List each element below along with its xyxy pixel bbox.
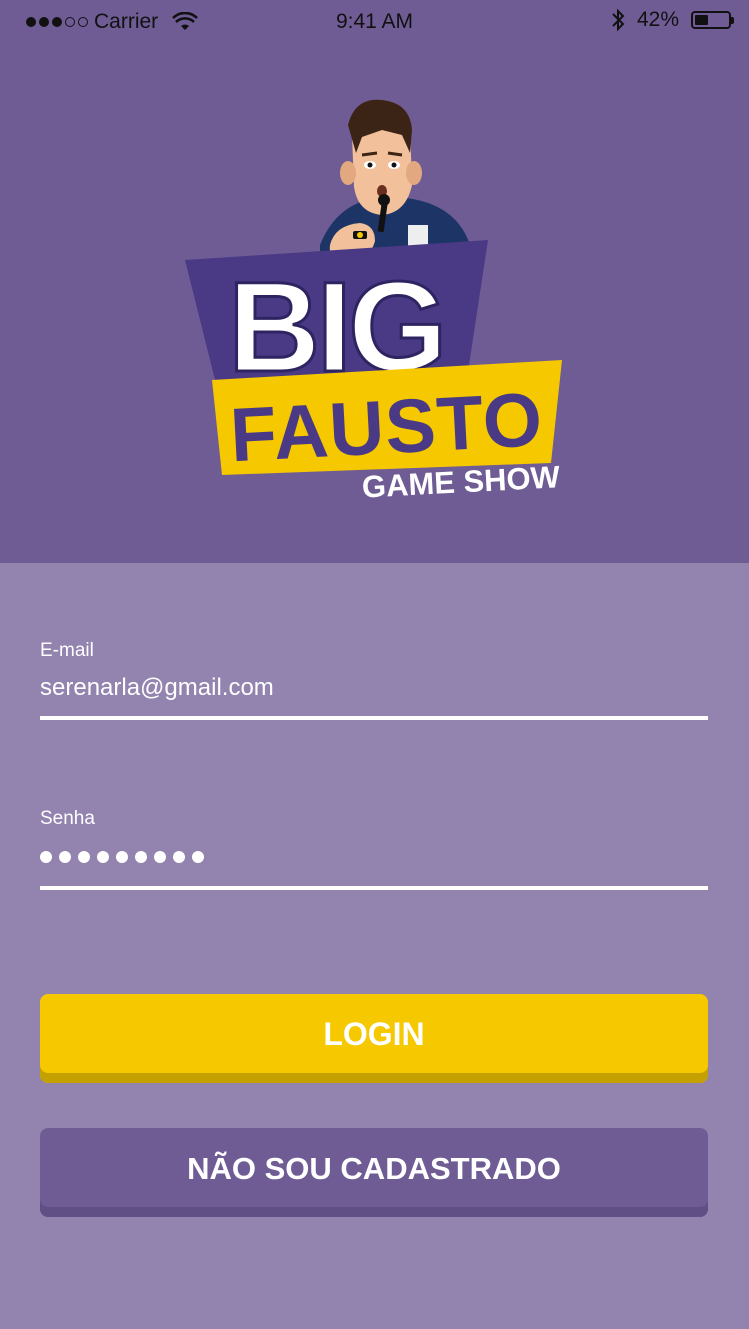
password-mask-dot — [97, 851, 109, 863]
battery-fill — [695, 15, 709, 25]
email-label: E-mail — [40, 640, 94, 661]
password-input[interactable] — [40, 850, 708, 864]
email-underline — [40, 716, 708, 720]
login-form: E-mail serenarla@gmail.com Senha — [40, 640, 708, 890]
password-underline — [40, 886, 708, 890]
big-fausto-logo: BIG FAUSTO GAME SHOW — [185, 99, 562, 505]
login-screen: Carrier 9:41 AM 42% BIG FAUSTO GAME SHOW… — [0, 0, 749, 1329]
email-input[interactable]: serenarla@gmail.com — [40, 674, 708, 702]
password-field[interactable]: Senha — [40, 808, 708, 890]
password-mask-dot — [116, 851, 128, 863]
password-label: Senha — [40, 808, 95, 829]
status-bar-right: 42% — [611, 8, 734, 32]
battery-icon — [691, 11, 734, 29]
password-mask-dot — [173, 851, 185, 863]
header: Carrier 9:41 AM 42% BIG FAUSTO GAME SHOW — [0, 0, 749, 563]
login-button[interactable]: LOGIN — [40, 994, 708, 1083]
password-mask-dot — [40, 851, 52, 863]
password-mask-dot — [59, 851, 71, 863]
status-bar: Carrier 9:41 AM 42% — [0, 0, 749, 44]
bluetooth-icon — [612, 8, 625, 32]
password-mask-dot — [154, 851, 166, 863]
email-field[interactable]: E-mail serenarla@gmail.com — [40, 640, 708, 720]
battery-percent: 42% — [636, 8, 679, 31]
register-button[interactable]: NÃO SOU CADASTRADO — [40, 1128, 708, 1217]
password-mask-dot — [135, 851, 147, 863]
password-mask-dot — [192, 851, 204, 863]
password-mask-dot — [78, 851, 90, 863]
